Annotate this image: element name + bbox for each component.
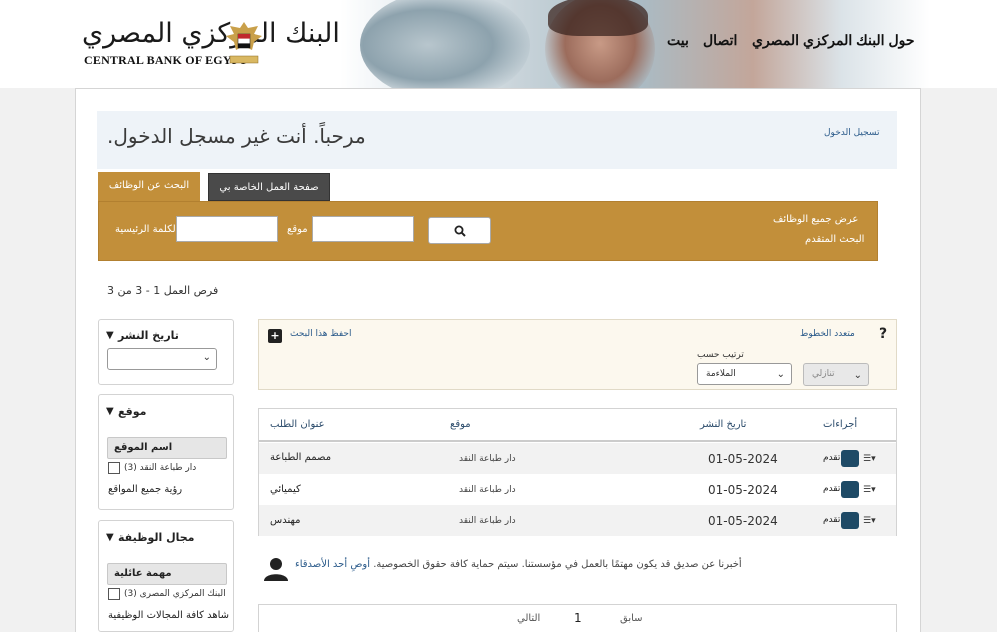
sort-by-label: ترتيب حسب xyxy=(697,350,744,360)
sort-order-select[interactable]: تنازلي ⌄ xyxy=(803,363,869,386)
actions-menu-icon[interactable]: ☰▾ xyxy=(863,454,876,464)
nav-about-link[interactable]: حول البنك المركزي المصري xyxy=(752,32,915,49)
table-row xyxy=(259,443,896,474)
save-search-link[interactable]: احفظ هذا البحث xyxy=(290,329,351,339)
location-option-label: دار طباعة النقد (3) xyxy=(124,463,197,473)
search-icon xyxy=(454,225,466,237)
results-count: فرص العمل 1 - 3 من 3 xyxy=(107,284,219,297)
filter-location-title[interactable]: موقع xyxy=(118,405,146,418)
plus-icon[interactable]: + xyxy=(268,329,282,343)
location-label: موقع xyxy=(287,224,308,235)
column-header-title[interactable]: عنوان الطلب xyxy=(270,419,325,430)
sort-order-value: تنازلي xyxy=(812,369,835,379)
column-header-date[interactable]: تاريخ النشر xyxy=(700,419,746,430)
apply-button[interactable] xyxy=(841,512,859,529)
tab-my-job-page[interactable]: صفحة العمل الخاصة بي xyxy=(208,173,330,201)
user-icon xyxy=(264,558,288,581)
chevron-down-icon: ⌄ xyxy=(202,352,211,363)
logo-arabic-text[interactable]: البنك المركزي المصري xyxy=(82,18,340,49)
see-all-locations-link[interactable]: رؤية جميع المواقع xyxy=(108,484,182,495)
job-title-link[interactable]: كيميائي xyxy=(270,484,301,495)
apply-label[interactable]: تقدم xyxy=(823,484,840,494)
job-location: دار طباعة النقد xyxy=(459,485,516,495)
nav-home-link[interactable]: بيت xyxy=(667,32,689,49)
keyword-label: الكلمة الرئيسية xyxy=(115,224,179,235)
help-icon[interactable]: ? xyxy=(879,326,887,342)
apply-button[interactable] xyxy=(841,481,859,498)
table-row xyxy=(259,505,896,536)
refer-friend-link[interactable]: أوصِ أحد الأصدقاء xyxy=(295,559,370,570)
welcome-message: .مرحباً. أنت غير مسجل الدخول xyxy=(107,124,366,148)
job-date: 01-05-2024 xyxy=(708,483,778,497)
job-title-link[interactable]: مصمم الطباعة xyxy=(270,452,331,463)
banner-person-image xyxy=(360,0,530,88)
location-input[interactable] xyxy=(312,216,414,242)
job-location: دار طباعة النقد xyxy=(459,516,516,526)
logo-english-text[interactable]: CENTRAL BANK OF EGYPT xyxy=(84,53,247,68)
collapse-triangle-icon[interactable]: ▼ xyxy=(106,330,114,341)
collapse-triangle-icon[interactable]: ▼ xyxy=(106,406,114,417)
view-all-jobs-link[interactable]: عرض جميع الوظائف xyxy=(773,214,858,225)
sort-by-value: الملاءمة xyxy=(706,369,736,379)
collapse-triangle-icon[interactable]: ▼ xyxy=(106,532,114,543)
field-checkbox[interactable] xyxy=(108,588,120,600)
job-date: 01-05-2024 xyxy=(708,514,778,528)
pagination-previous[interactable]: سابق xyxy=(620,613,643,624)
advanced-search-link[interactable]: البحث المتقدم xyxy=(805,234,864,245)
table-row xyxy=(259,474,896,505)
location-checkbox[interactable] xyxy=(108,462,120,474)
eagle-emblem-icon[interactable] xyxy=(224,20,264,66)
banner-person-hair xyxy=(548,0,648,36)
filter-field-title[interactable]: مجال الوظيفة xyxy=(118,531,194,544)
actions-menu-icon[interactable]: ☰▾ xyxy=(863,485,876,495)
chevron-down-icon: ⌄ xyxy=(853,370,862,381)
see-all-fields-link[interactable]: شاهد كافة المجالات الوظيفية xyxy=(108,610,229,621)
date-posted-select[interactable]: ⌄ xyxy=(107,348,217,370)
multilanguage-link[interactable]: متعدد الخطوط xyxy=(800,329,855,339)
field-option-label: البنك المركزي المصرى (3) xyxy=(124,589,226,599)
chevron-down-icon: ⌄ xyxy=(776,369,785,380)
job-date: 01-05-2024 xyxy=(708,452,778,466)
keyword-input[interactable] xyxy=(176,216,278,242)
apply-label[interactable]: تقدم xyxy=(823,453,840,463)
refer-friend-message: أخبرنا عن صديق قد يكون مهتمًا بالعمل في … xyxy=(373,559,742,570)
pagination-page-number[interactable]: 1 xyxy=(574,611,582,625)
job-table-header xyxy=(259,409,896,442)
filter-date-title[interactable]: تاريخ النشر xyxy=(118,329,179,342)
tab-job-search[interactable]: البحث عن الوظائف xyxy=(98,172,200,202)
refer-friend-text: أخبرنا عن صديق قد يكون مهتمًا بالعمل في … xyxy=(295,559,742,570)
nav-contact-link[interactable]: اتصال xyxy=(703,32,737,49)
actions-menu-icon[interactable]: ☰▾ xyxy=(863,516,876,526)
job-title-link[interactable]: مهندس xyxy=(270,515,300,526)
apply-label[interactable]: تقدم xyxy=(823,515,840,525)
field-family-header: مهمة عائلية xyxy=(107,563,227,585)
search-button[interactable] xyxy=(428,217,491,244)
column-header-actions: أجراءات xyxy=(823,419,858,430)
location-name-header: اسم الموقع xyxy=(107,437,227,459)
pagination-next[interactable]: التالي xyxy=(517,613,540,624)
apply-button[interactable] xyxy=(841,450,859,467)
job-location: دار طباعة النقد xyxy=(459,454,516,464)
column-header-location[interactable]: موقع xyxy=(450,419,471,430)
login-link[interactable]: تسجيل الدخول xyxy=(824,128,879,138)
sort-by-select[interactable]: الملاءمة ⌄ xyxy=(697,363,792,385)
